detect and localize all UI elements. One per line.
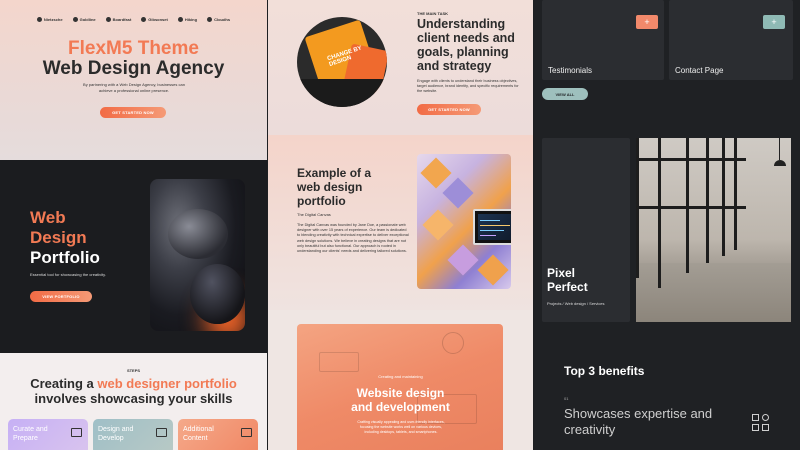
testimonials-label: Testimonials (548, 66, 593, 75)
plus-icon[interactable]: + (636, 15, 658, 29)
client-logos: Nietzsche Goldline Boardfast Gibsonset H… (0, 17, 267, 22)
hero-title: Web Design Agency (42, 58, 225, 79)
monitor-screen (478, 214, 511, 240)
step-card-curate[interactable]: Curate and Prepare (8, 419, 88, 450)
steps-title-text: Creating a (30, 376, 98, 391)
glass-frame (706, 138, 709, 263)
monitor-image (473, 209, 511, 245)
client-logo: Boardfast (105, 17, 131, 22)
get-started-button[interactable]: GET STARTED NOW (100, 107, 166, 118)
keyboard-shape (297, 79, 387, 107)
steps-title-text: involves showcasing your skills (34, 391, 233, 406)
glass-frame (734, 138, 737, 250)
column-agency: Nietzsche Goldline Boardfast Gibsonset H… (0, 0, 267, 450)
steps-title-accent: web designer portfolio (97, 376, 237, 391)
code-line (480, 235, 496, 236)
portfolio-title: Web Design Portfolio (30, 208, 100, 268)
cube-shape (477, 254, 509, 286)
step-card-label: Curate and Prepare (13, 426, 48, 442)
benefit-text: Showcases expertise and creativity (564, 406, 713, 437)
client-logo: Goldline (72, 17, 96, 22)
agency-hero (0, 0, 267, 160)
pendant-lamp (774, 160, 786, 166)
step-card-label: Design and Develop (98, 426, 134, 442)
folder-icon (71, 428, 82, 437)
keyboard-shape (319, 352, 359, 372)
monitor-icon (156, 428, 167, 437)
office-photo (636, 138, 791, 322)
development-text: Crafting visually appealing and user-fri… (357, 420, 445, 434)
client-logo: Cloudhs (207, 17, 230, 22)
example-subtitle: The Digital Canvas (297, 212, 331, 217)
view-portfolio-button[interactable]: VIEW PORTFOLIO (30, 291, 92, 302)
change-by-design-image: CHANGE BY DESIGN (297, 17, 387, 107)
example-title: Example of a web design portfolio (297, 166, 372, 208)
step-card-label: Additional Content (183, 426, 214, 442)
main-task-text: Engage with clients to understand their … (417, 79, 519, 94)
cube-shape (447, 244, 479, 276)
contact-page-label: Contact Page (675, 66, 724, 75)
cube-shape (420, 157, 452, 189)
plus-icon[interactable]: + (763, 15, 785, 29)
glass-frame (722, 138, 725, 256)
view-all-button[interactable]: VIEW ALL (542, 88, 588, 100)
cube-shape (442, 177, 474, 209)
column-dark: + + Testimonials Contact Page VIEW ALL P… (534, 0, 800, 450)
get-started-button[interactable]: GET STARTED NOW (417, 104, 481, 115)
step-card-content[interactable]: Additional Content (178, 419, 258, 450)
abstract-3d-image (150, 179, 245, 331)
portfolio-title-line: Web (30, 208, 66, 227)
development-label: Creating and maintaining (378, 374, 423, 379)
client-logo: Nietzsche (36, 17, 63, 22)
development-title: Website design and development (351, 386, 450, 414)
client-logo: Hiking (177, 17, 197, 22)
portfolio-subtitle: Essential tool for showcasing the creati… (30, 272, 106, 277)
pixel-perfect-card[interactable] (542, 138, 630, 322)
step-card-design[interactable]: Design and Develop (93, 419, 173, 450)
hero-title-accent: FlexM5 Theme (68, 38, 199, 59)
isometric-cubes-image (417, 154, 511, 289)
steps-title: Creating a web designer portfolio involv… (0, 376, 267, 406)
code-line (480, 220, 500, 221)
example-text: The Digital Canvas was founded by Jane D… (297, 223, 409, 254)
cup-shape (442, 332, 464, 354)
client-logo: Gibsonset (141, 17, 168, 22)
code-line (480, 230, 504, 231)
benefit-number: 01 (564, 396, 569, 401)
main-task-title: Understanding client needs and goals, pl… (417, 17, 515, 73)
column-portfolio: CHANGE BY DESIGN THE MAIN TASK Understan… (268, 0, 533, 450)
glass-frame (636, 206, 746, 209)
portfolio-title-line: Design (30, 228, 87, 247)
lamp-cord (779, 138, 780, 160)
code-line (480, 225, 510, 226)
cube-shape (422, 209, 454, 241)
steps-label: STEPS (126, 368, 141, 373)
benefits-title: Top 3 benefits (564, 364, 645, 378)
pixel-perfect-title: Pixel Perfect (547, 266, 588, 294)
document-icon (241, 428, 252, 437)
hero-subtitle: By partnering with a Web Design Agency, … (83, 82, 185, 93)
main-task-label: THE MAIN TASK (417, 11, 449, 16)
grid-star-icon (752, 414, 770, 432)
portfolio-title-line: Portfolio (30, 248, 100, 267)
pixel-perfect-breadcrumb: Projects / Web design / Services (547, 301, 605, 306)
glass-frame (636, 158, 746, 161)
